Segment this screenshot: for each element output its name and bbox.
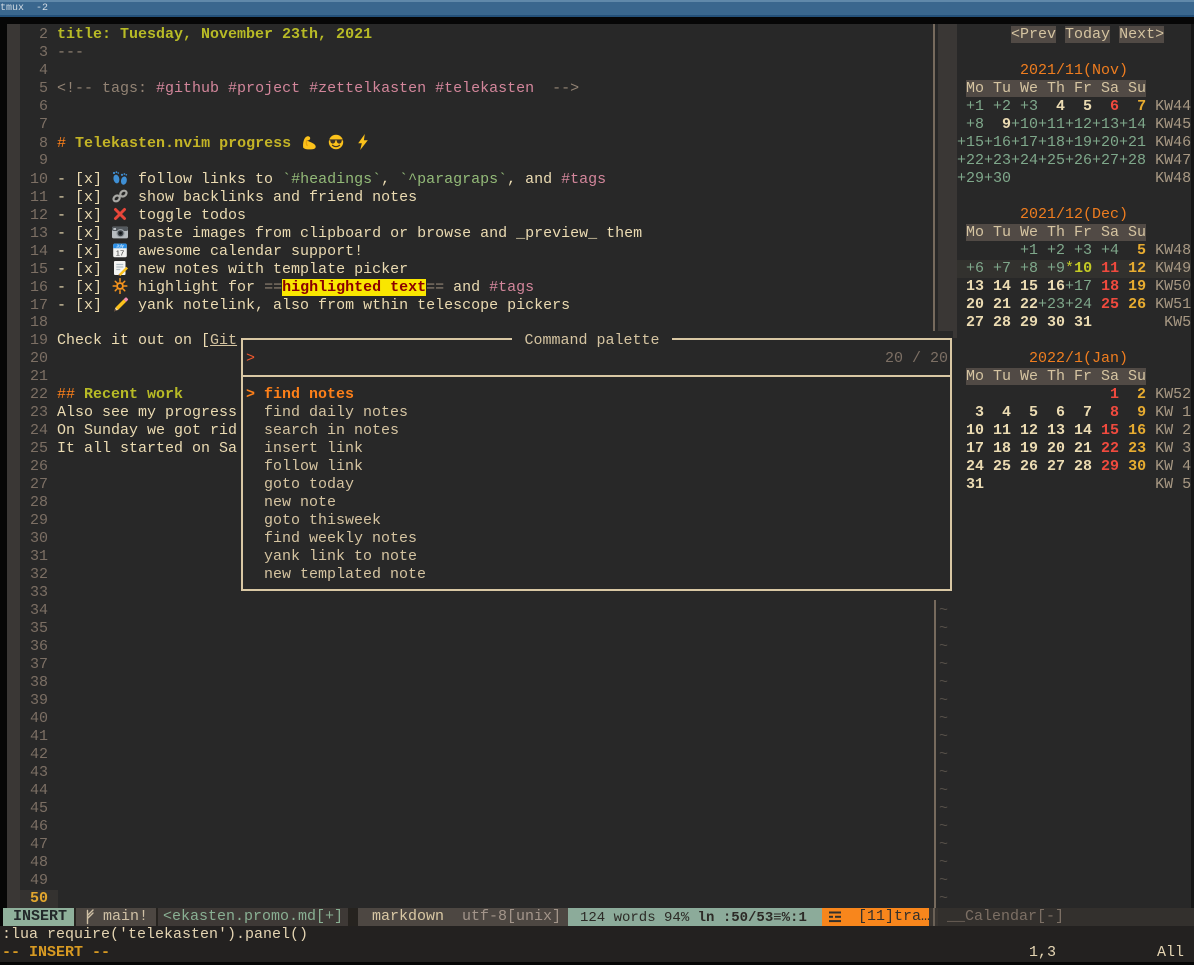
svg-text:17: 17	[116, 248, 124, 257]
